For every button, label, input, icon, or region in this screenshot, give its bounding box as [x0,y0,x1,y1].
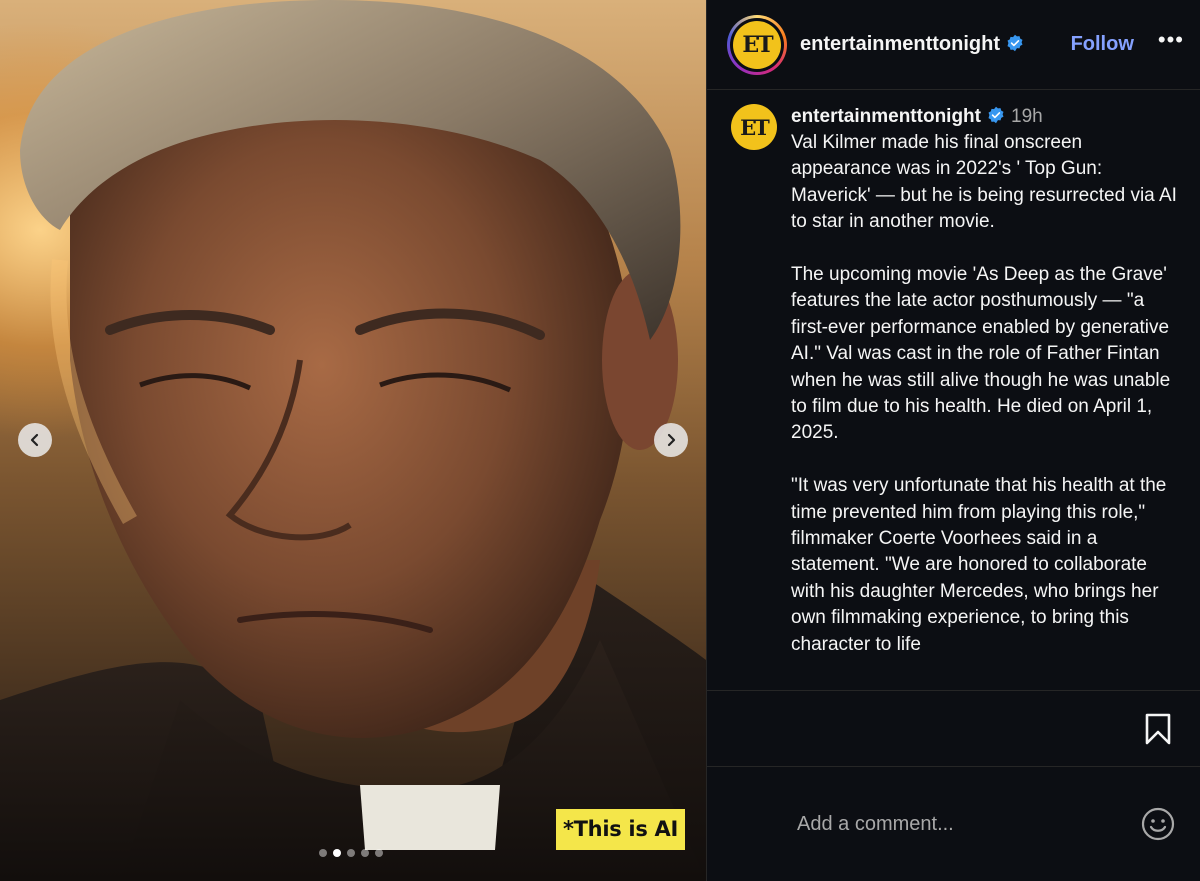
post-media[interactable]: *This is AI [0,0,706,881]
more-options-icon[interactable]: ••• [1158,28,1184,51]
slide-dot [333,849,341,857]
verified-badge-icon [988,106,1004,124]
post-side-panel: ET entertainmenttonight Follow ••• ET en… [706,0,1200,881]
caption-area[interactable]: ET entertainmenttonight 19h Val Kilmer ma… [707,90,1200,691]
slide-indicator [319,849,383,857]
caption-avatar[interactable]: ET [731,104,777,150]
post-photo [0,0,706,881]
caption-body: entertainmenttonight 19h Val Kilmer made … [791,104,1182,684]
action-bar [707,691,1200,766]
chevron-left-icon [30,433,39,447]
previous-slide-button[interactable] [18,423,52,457]
caption-paragraph: Val Kilmer made his final onscreen appea… [791,132,1183,233]
post-header: ET entertainmenttonight Follow ••• [707,0,1200,90]
ai-disclaimer-label: *This is AI [556,809,685,850]
slide-dot [375,849,383,857]
account-username[interactable]: entertainmenttonight [800,33,1024,56]
comment-bar [707,766,1200,881]
caption-paragraph: "It was very unfortunate that his health… [791,475,1172,655]
caption-paragraph: The upcoming movie 'As Deep as the Grave… [791,264,1176,444]
chevron-right-icon [667,433,676,447]
emoji-icon[interactable] [1140,806,1176,842]
caption-username[interactable]: entertainmenttonight [791,106,981,127]
verified-badge-icon [1007,34,1023,52]
slide-dot [347,849,355,857]
caption-header: entertainmenttonight 19h [791,104,1182,130]
comment-input[interactable] [797,812,1140,836]
post-timestamp[interactable]: 19h [1011,106,1043,127]
slide-dot [319,849,327,857]
slide-dot [361,849,369,857]
story-ring[interactable]: ET [727,14,787,75]
avatar: ET [733,20,781,69]
bookmark-icon[interactable] [1143,713,1173,745]
instagram-post-viewer: *This is AI ET entertainmenttonight Foll… [0,0,1200,881]
next-slide-button[interactable] [654,423,688,457]
follow-button[interactable]: Follow [1071,33,1134,56]
